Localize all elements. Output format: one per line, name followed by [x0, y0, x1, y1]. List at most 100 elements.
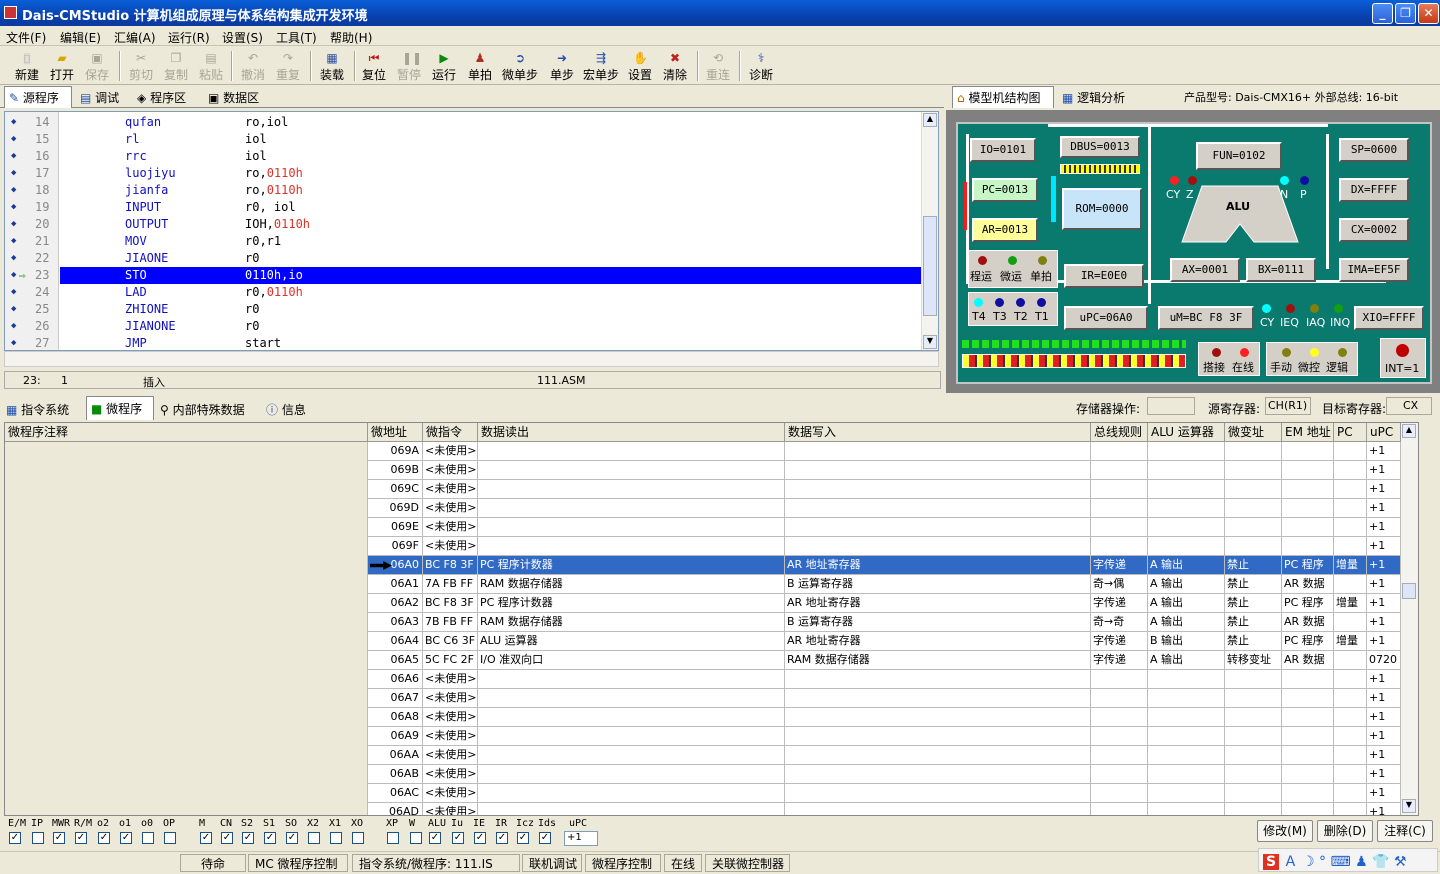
cell-em[interactable]: PC 程序 — [1282, 594, 1334, 613]
cell-bus[interactable] — [1091, 442, 1148, 461]
cell-alu[interactable] — [1148, 784, 1225, 803]
cell-comment[interactable] — [5, 442, 368, 461]
cell-comment[interactable] — [5, 765, 368, 784]
cell-alu[interactable] — [1148, 461, 1225, 480]
table-row[interactable]: 06A3 7B FB FF RAM 数据存储器 B 运算寄存器 奇→奇 A 输出 禁止 AR … — [5, 613, 1401, 632]
menu-help[interactable]: 帮助(H) — [330, 29, 372, 46]
bit-checkbox[interactable] — [32, 832, 44, 844]
cell-comment[interactable] — [5, 803, 368, 815]
cell-bx[interactable] — [1225, 461, 1282, 480]
cell-comment[interactable] — [5, 461, 368, 480]
cell-upc[interactable]: 0720 — [1367, 651, 1401, 670]
cell-pc[interactable] — [1334, 708, 1367, 727]
cell-bx[interactable]: 禁止 — [1225, 556, 1282, 575]
table-row[interactable]: 06AA <未使用> +1 — [5, 746, 1401, 765]
editor-vertical-scrollbar[interactable]: ▲ ▼ — [921, 112, 938, 350]
cell-mi[interactable]: <未使用> — [423, 765, 478, 784]
cell-bus[interactable]: 字传递 — [1091, 632, 1148, 651]
cell-bus[interactable] — [1091, 480, 1148, 499]
source-line[interactable]: ◆ 25 ZHIONE r0 — [5, 301, 922, 318]
cell-upc[interactable]: +1 — [1367, 518, 1401, 537]
bit-checkbox[interactable] — [142, 832, 154, 844]
cell-mi[interactable]: BC F8 3F — [423, 556, 478, 575]
cell-addr[interactable]: 069D — [368, 499, 423, 518]
cell-comment[interactable] — [5, 727, 368, 746]
col-upc[interactable]: uPC — [1367, 423, 1401, 442]
cell-rd[interactable] — [478, 537, 785, 556]
cell-wr[interactable]: AR 地址寄存器 — [785, 632, 1091, 651]
cell-addr[interactable]: 06A8 — [368, 708, 423, 727]
cell-rd[interactable]: PC 程序计数器 — [478, 556, 785, 575]
cell-alu[interactable] — [1148, 708, 1225, 727]
ime-icons[interactable]: Ａ ☽ ° ⌨ ♟ 👕 ⚒ — [1284, 854, 1407, 870]
table-row[interactable]: 06AC <未使用> +1 — [5, 784, 1401, 803]
cell-comment[interactable] — [5, 480, 368, 499]
new-button[interactable]: ▯ 新建 — [10, 49, 44, 83]
bit-checkbox[interactable]: ✓ — [242, 832, 254, 844]
bit-checkbox[interactable]: ✓ — [75, 832, 87, 844]
cell-upc[interactable]: +1 — [1367, 442, 1401, 461]
bit-checkbox[interactable]: ✓ — [98, 832, 110, 844]
scroll-up-icon[interactable]: ▲ — [923, 113, 937, 127]
cell-rd[interactable]: RAM 数据存储器 — [478, 613, 785, 632]
cell-pc[interactable] — [1334, 461, 1367, 480]
bit-checkbox[interactable]: ✓ — [496, 832, 508, 844]
load-button[interactable]: ▦ 装载 — [315, 49, 349, 83]
bit-checkbox[interactable] — [410, 832, 422, 844]
tab-source[interactable]: ✎ 源程序 — [4, 86, 72, 108]
cell-mi[interactable]: <未使用> — [423, 461, 478, 480]
cell-alu[interactable] — [1148, 689, 1225, 708]
menu-file[interactable]: 文件(F) — [6, 29, 46, 46]
cell-rd[interactable]: PC 程序计数器 — [478, 594, 785, 613]
cell-pc[interactable] — [1334, 575, 1367, 594]
cell-upc[interactable]: +1 — [1367, 708, 1401, 727]
cell-bus[interactable] — [1091, 784, 1148, 803]
cell-comment[interactable] — [5, 632, 368, 651]
cell-wr[interactable] — [785, 442, 1091, 461]
cell-comment[interactable] — [5, 556, 368, 575]
breakpoint-dot-icon[interactable]: ◆ — [11, 199, 16, 216]
source-line[interactable]: ◆ 22 JIAONE r0 — [5, 250, 922, 267]
cell-alu[interactable] — [1148, 746, 1225, 765]
cell-comment[interactable] — [5, 594, 368, 613]
table-row[interactable]: 069B <未使用> +1 — [5, 461, 1401, 480]
breakpoint-dot-icon[interactable]: ◆ — [11, 114, 16, 131]
cell-addr[interactable]: 06AC — [368, 784, 423, 803]
cell-mi[interactable]: <未使用> — [423, 442, 478, 461]
cell-bus[interactable] — [1091, 803, 1148, 815]
tab-data-area[interactable]: ▣ 数据区 — [208, 89, 259, 106]
cell-em[interactable] — [1282, 480, 1334, 499]
source-line[interactable]: ◆ 14 qufan ro,iol — [5, 114, 922, 131]
cell-wr[interactable] — [785, 499, 1091, 518]
cell-upc[interactable]: +1 — [1367, 613, 1401, 632]
cell-rd[interactable] — [478, 499, 785, 518]
cell-addr[interactable]: 069A — [368, 442, 423, 461]
cell-bx[interactable] — [1225, 499, 1282, 518]
cell-upc[interactable]: +1 — [1367, 575, 1401, 594]
cell-bx[interactable] — [1225, 765, 1282, 784]
cell-bus[interactable]: 字传递 — [1091, 594, 1148, 613]
cell-addr[interactable]: 06A5 — [368, 651, 423, 670]
cell-em[interactable] — [1282, 518, 1334, 537]
cell-wr[interactable]: B 运算寄存器 — [785, 613, 1091, 632]
cell-pc[interactable] — [1334, 746, 1367, 765]
cell-pc[interactable] — [1334, 480, 1367, 499]
bit-checkbox[interactable]: ✓ — [200, 832, 212, 844]
table-row[interactable]: 06A7 <未使用> +1 — [5, 689, 1401, 708]
cell-pc[interactable] — [1334, 651, 1367, 670]
source-line[interactable]: ◆ 26 JIANONE r0 — [5, 318, 922, 335]
cell-alu[interactable] — [1148, 537, 1225, 556]
cell-bus[interactable] — [1091, 537, 1148, 556]
col-em-address[interactable]: EM 地址 — [1282, 423, 1334, 442]
cell-upc[interactable]: +1 — [1367, 727, 1401, 746]
cell-comment[interactable] — [5, 689, 368, 708]
cell-comment[interactable] — [5, 518, 368, 537]
cell-rd[interactable] — [478, 803, 785, 815]
micro-step-button[interactable]: ➲ 微单步 — [499, 49, 541, 83]
cell-alu[interactable]: A 输出 — [1148, 613, 1225, 632]
cell-upc[interactable]: +1 — [1367, 670, 1401, 689]
table-row[interactable]: 06A2 BC F8 3F PC 程序计数器 AR 地址寄存器 字传递 A 输出 禁止 PC … — [5, 594, 1401, 613]
breakpoint-dot-icon[interactable]: ◆ — [11, 267, 16, 284]
cell-upc[interactable]: +1 — [1367, 784, 1401, 803]
cell-addr[interactable]: 06AB — [368, 765, 423, 784]
